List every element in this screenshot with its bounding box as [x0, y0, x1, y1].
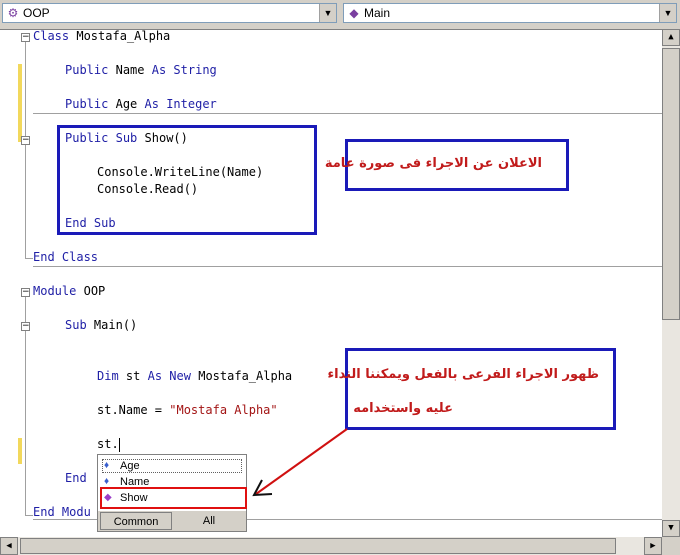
scroll-right-icon[interactable]: ▶ [644, 537, 662, 555]
completion-item-label: Age [120, 460, 140, 472]
scroll-thumb[interactable] [662, 48, 680, 320]
scroll-thumb[interactable] [20, 538, 616, 554]
tab-common[interactable]: Common [100, 512, 172, 530]
show-item-highlight [100, 487, 247, 509]
scroll-up-icon[interactable]: ▲ [662, 29, 680, 46]
scroll-down-icon[interactable]: ▼ [662, 520, 680, 537]
completion-item[interactable]: ♦ Age [102, 459, 242, 473]
scroll-left-icon[interactable]: ◀ [0, 537, 18, 555]
tab-all[interactable]: All [174, 512, 244, 530]
completion-tabs: Common All [98, 511, 246, 531]
horizontal-scrollbar[interactable]: ◀ ▶ [0, 537, 662, 555]
scrollbar-corner [662, 537, 680, 555]
vertical-scrollbar[interactable]: ▲ ▼ [662, 29, 680, 537]
property-icon: ♦ [104, 460, 110, 471]
